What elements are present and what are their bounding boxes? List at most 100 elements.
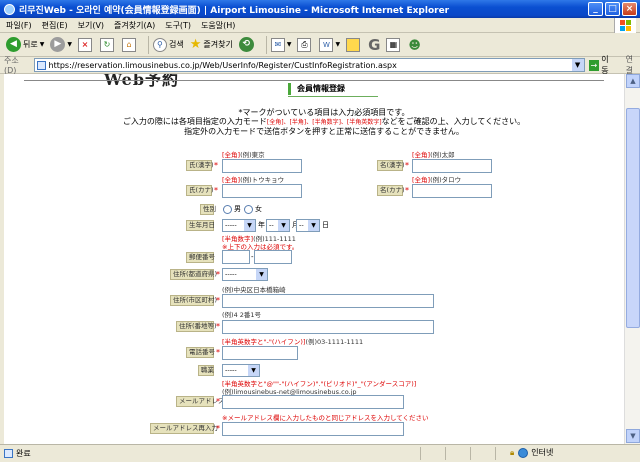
gender-female-radio[interactable] [244,205,253,214]
section-title-underline [288,96,378,97]
birth-year-value: ----- [225,221,237,229]
intro-line-1: *マークがついている項目は入力必須項目です。 [238,108,410,117]
toolbar-separator [265,35,267,54]
edit-button[interactable]: W ▼ [319,37,340,52]
occupation-label: 職業 [198,365,214,376]
email-input[interactable] [222,395,404,409]
birth-day-value: -- [299,221,304,229]
city-hint: (例)中央区日本橋箱崎 [222,286,286,294]
stop-button[interactable]: × [77,37,94,52]
city-input[interactable] [222,294,434,308]
phone-input[interactable] [222,346,298,360]
favorites-button[interactable]: ★ 즐겨찾기 [190,37,233,52]
gender-male-radio[interactable] [223,205,232,214]
forward-arrow-icon: ▶ [50,37,66,52]
address-input[interactable]: https://reservation.limousinebus.co.jp/W… [33,58,585,72]
page-header: Web予約 [104,74,180,89]
security-zone: 🔒︎ 인터넷 [510,447,553,458]
menu-bar: 파일(F) 편집(E) 보기(V) 즐겨찾기(A) 도구(T) 도움말(H) [0,18,640,33]
research-button[interactable]: ▦ [386,37,402,52]
address-bar: 주소(D) https://reservation.limousinebus.c… [0,54,640,76]
links-button[interactable]: 연결 [626,54,640,76]
maximize-button[interactable]: □ [605,2,620,16]
header-divider [24,80,604,81]
last-name-example: (例)東京 [240,151,265,159]
section-title: 会員情報登録 [288,83,345,95]
prefecture-value: ----- [225,270,237,278]
required-mark: * [216,322,220,331]
browser-content: Web予約 会員情報登録 *マークがついている項目は入力必須項目です。 ご入力の… [0,74,640,444]
status-bar: 완료 🔒︎ 인터넷 [0,444,640,462]
zone-text: 인터넷 [531,448,554,457]
print-button[interactable]: ⎙ [297,37,313,52]
gender-male-label: 男 [234,205,241,213]
page-icon [36,60,46,70]
last-kana-input[interactable] [222,184,302,198]
required-mark: * [216,270,220,279]
first-kana-example: (例)タロウ [430,176,462,184]
refresh-icon: ↻ [99,37,114,52]
search-button[interactable]: ⚲ 검색 [152,37,184,52]
street-input[interactable] [222,320,434,334]
forward-button[interactable]: ▶ ▼ [50,37,72,52]
first-name-mode: [全角] [412,151,431,159]
notes-button[interactable] [346,37,362,52]
gender-label: 性別 [200,204,216,215]
messenger-button[interactable]: ☻ [408,38,421,52]
zip-label: 郵便番号 [186,252,215,263]
toolbar: ◀ 뒤로 ▼ ▶ ▼ × ↻ ⌂ ⚲ 검색 ★ 즐겨찾기 ⟲ ✉ ▼ ⎙ W ▼ G… [0,33,640,57]
window-title: 리무진Web - 오라인 예약(会員情報登録画面) | Airport Limo… [19,5,450,16]
occupation-select[interactable]: ----- ▼ [222,364,260,377]
first-kana-input[interactable] [412,184,492,198]
google-button[interactable]: G [368,36,380,54]
street-label: 住所(番地等) [176,321,217,332]
word-icon: W [319,37,334,52]
history-button[interactable]: ⟲ [238,37,256,52]
email-label: メールアドレス [176,396,225,407]
close-button[interactable]: × [622,2,637,16]
first-name-input[interactable] [412,159,492,173]
stop-icon: × [77,37,92,52]
back-arrow-icon: ◀ [6,37,21,52]
birth-year-select[interactable]: ----- ▼ [222,219,256,232]
menu-edit[interactable]: 편집(E) [42,20,68,31]
chevron-down-icon: ▼ [256,269,267,280]
occupation-value: ----- [225,366,237,374]
menu-favorites[interactable]: 즐겨찾기(A) [114,20,155,31]
zip-first-input[interactable] [222,250,250,264]
refresh-button[interactable]: ↻ [99,37,116,52]
birth-day-select[interactable]: -- ▼ [296,219,320,232]
scroll-down-icon[interactable]: ▼ [626,429,640,443]
search-label: 검색 [168,40,184,49]
menu-tools[interactable]: 도구(T) [165,20,191,31]
email-confirm-input[interactable] [222,422,404,436]
zip-mode: [半角数字] [222,235,254,243]
internet-globe-icon [518,447,529,458]
research-icon: ▦ [386,37,401,52]
vertical-scrollbar[interactable]: ▲ ▼ [624,74,640,444]
first-kana-label: 名(カナ) [377,185,405,196]
menu-file[interactable]: 파일(F) [6,20,32,31]
scroll-thumb[interactable] [626,108,640,328]
scroll-up-icon[interactable]: ▲ [626,74,640,88]
back-button[interactable]: ◀ 뒤로 ▼ [6,37,44,52]
address-dropdown-icon[interactable]: ▼ [571,59,584,71]
zip-second-input[interactable] [254,250,292,264]
mail-button[interactable]: ✉ ▼ [270,37,291,52]
home-icon: ⌂ [121,37,136,52]
prefecture-select[interactable]: ----- ▼ [222,268,268,281]
back-label: 뒤로 [23,40,38,49]
birth-month-value: -- [269,221,274,229]
birth-month-select[interactable]: -- ▼ [266,219,290,232]
menu-view[interactable]: 보기(V) [78,20,104,31]
required-mark: * [216,397,220,406]
go-button[interactable]: → 이동 [588,54,616,76]
home-button[interactable]: ⌂ [121,37,138,52]
minimize-button[interactable]: _ [588,2,603,16]
go-arrow-icon: → [588,59,600,71]
google-g-icon: G [368,35,381,54]
intro-line-2b: などをご確認の上、入力してください。 [381,117,526,126]
menu-help[interactable]: 도움말(H) [201,20,235,31]
required-mark: * [214,186,218,195]
last-name-input[interactable] [222,159,302,173]
